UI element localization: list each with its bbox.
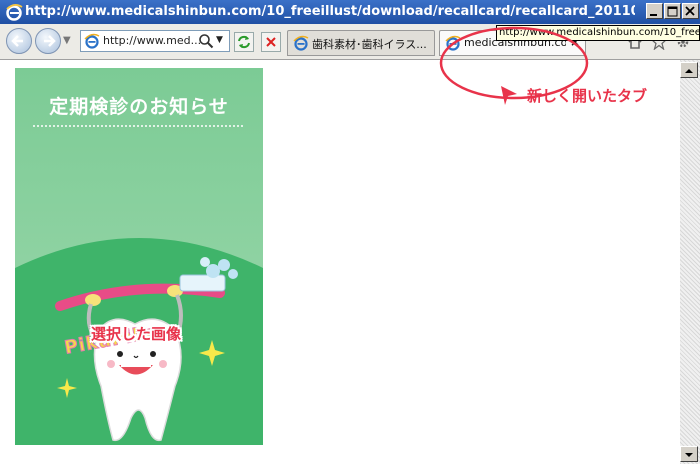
scroll-down-button[interactable] (680, 446, 698, 462)
annotation-new-tab-label: 新しく開いたタブ (527, 87, 648, 105)
address-text: http://www.med... (103, 34, 202, 47)
chevron-up-icon (685, 69, 693, 73)
tab-dental-materials[interactable]: 歯科素材･歯科イラス... (287, 30, 435, 56)
window-title: http://www.medicalshinbun.com/10_freeill… (25, 4, 635, 19)
forward-button[interactable] (35, 28, 61, 54)
chevron-down-icon (685, 453, 693, 457)
refresh-icon (238, 35, 250, 49)
recall-card-image: 定期検診のお知らせ PikaPika 選択した画像 (15, 68, 263, 445)
recall-card-illustration (15, 68, 263, 445)
back-button[interactable] (6, 28, 32, 54)
ie-logo-icon (6, 4, 23, 21)
title-bar: http://www.medicalshinbun.com/10_freeill… (0, 0, 700, 24)
browser-window: http://www.medicalshinbun.com/10_freeill… (0, 0, 700, 464)
address-bar[interactable]: http://www.med... ▼ (80, 30, 230, 52)
card-title: 定期検診のお知らせ (49, 96, 229, 118)
arrow-left-icon (11, 35, 23, 47)
vertical-scrollbar[interactable] (680, 60, 700, 464)
selected-image-label: 選択した画像 (91, 325, 182, 343)
arrow-right-icon (44, 35, 56, 47)
maximize-icon (667, 6, 678, 17)
close-window-button[interactable] (682, 3, 699, 19)
stop-button[interactable] (261, 32, 281, 52)
address-dropdown-icon[interactable]: ▼ (216, 35, 223, 45)
refresh-button[interactable] (234, 32, 254, 52)
close-icon (685, 6, 695, 16)
minimize-button[interactable] (646, 3, 663, 19)
scroll-up-button[interactable] (680, 62, 698, 78)
ie-page-icon (293, 35, 309, 51)
page-content: 定期検診のお知らせ PikaPika 選択した画像 (0, 60, 680, 464)
history-dropdown-icon[interactable]: ▼ (63, 35, 71, 46)
ie-page-icon (84, 33, 100, 49)
tab-label: 歯科素材･歯科イラス... (312, 38, 427, 51)
annotation-arrow-icon (501, 86, 517, 105)
minimize-icon (650, 14, 657, 16)
search-icon[interactable] (198, 33, 214, 49)
stop-icon (266, 37, 276, 47)
maximize-button[interactable] (664, 3, 681, 19)
